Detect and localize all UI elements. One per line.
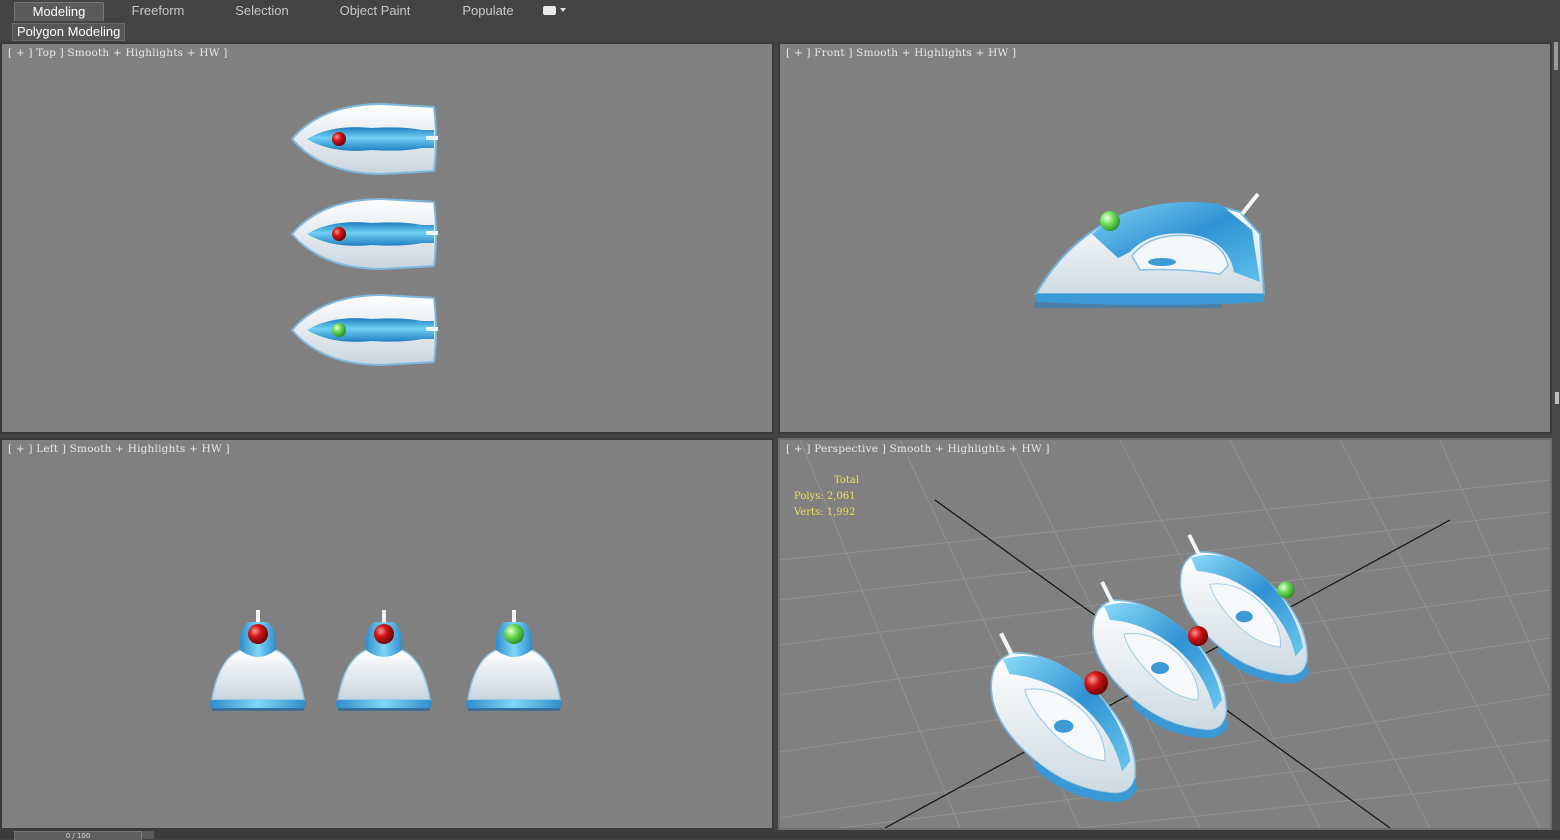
viewport-left[interactable]: [ + ] Left ] Smooth + Highlights + HW ]: [0, 438, 774, 830]
polygon-modeling-panel-button[interactable]: Polygon Modeling: [12, 23, 126, 41]
viewport-perspective-label[interactable]: [ + ] Perspective ] Smooth + Highlights …: [786, 443, 1050, 455]
front-view-canvas: [1034, 192, 1266, 308]
viewport-scrollbar[interactable]: [1552, 42, 1560, 830]
iron-front: [1034, 192, 1266, 308]
stats-title: Total: [834, 475, 860, 486]
ribbon-options-box: [543, 6, 556, 15]
iron-left-3: [465, 609, 563, 712]
scene-statistics: Total Polys: 2,061 Verts: 1,992: [794, 473, 859, 521]
iron-left-2: [335, 609, 433, 712]
viewport-perspective[interactable]: [ + ] Perspective ] Smooth + Highlights …: [778, 438, 1552, 830]
ribbon-tab-bar: Modeling Freeform Selection Object Paint…: [0, 0, 1560, 23]
iron-top-1: [290, 102, 438, 176]
scrollbar-marker: [1555, 392, 1559, 404]
tab-freeform[interactable]: Freeform: [118, 2, 198, 20]
stats-polys: Polys: 2,061: [794, 491, 856, 502]
ribbon-panel: Polygon Modeling: [0, 22, 1560, 41]
bottom-timeline-bar: [0, 830, 1560, 839]
viewport-front[interactable]: [ + ] Front ] Smooth + Highlights + HW ]: [778, 42, 1552, 434]
scrollbar-thumb[interactable]: [1554, 42, 1558, 70]
tab-populate[interactable]: Populate: [450, 2, 526, 20]
viewport-top[interactable]: [ + ] Top ] Smooth + Highlights + HW ]: [0, 42, 774, 434]
stats-verts: Verts: 1,992: [794, 507, 856, 518]
left-view-canvas: [209, 609, 563, 712]
time-slider-next-button[interactable]: [142, 831, 154, 839]
iron-left-1: [209, 609, 307, 712]
tab-object-paint[interactable]: Object Paint: [330, 2, 420, 20]
tab-modeling[interactable]: Modeling: [14, 2, 104, 21]
top-view-canvas: [290, 102, 438, 367]
perspective-view-canvas: [780, 440, 1550, 828]
tab-selection[interactable]: Selection: [222, 2, 302, 20]
iron-top-3: [290, 293, 438, 367]
chevron-down-icon: [560, 8, 566, 12]
iron-top-2: [290, 197, 438, 271]
ribbon-options-dropdown-icon[interactable]: [543, 5, 567, 17]
